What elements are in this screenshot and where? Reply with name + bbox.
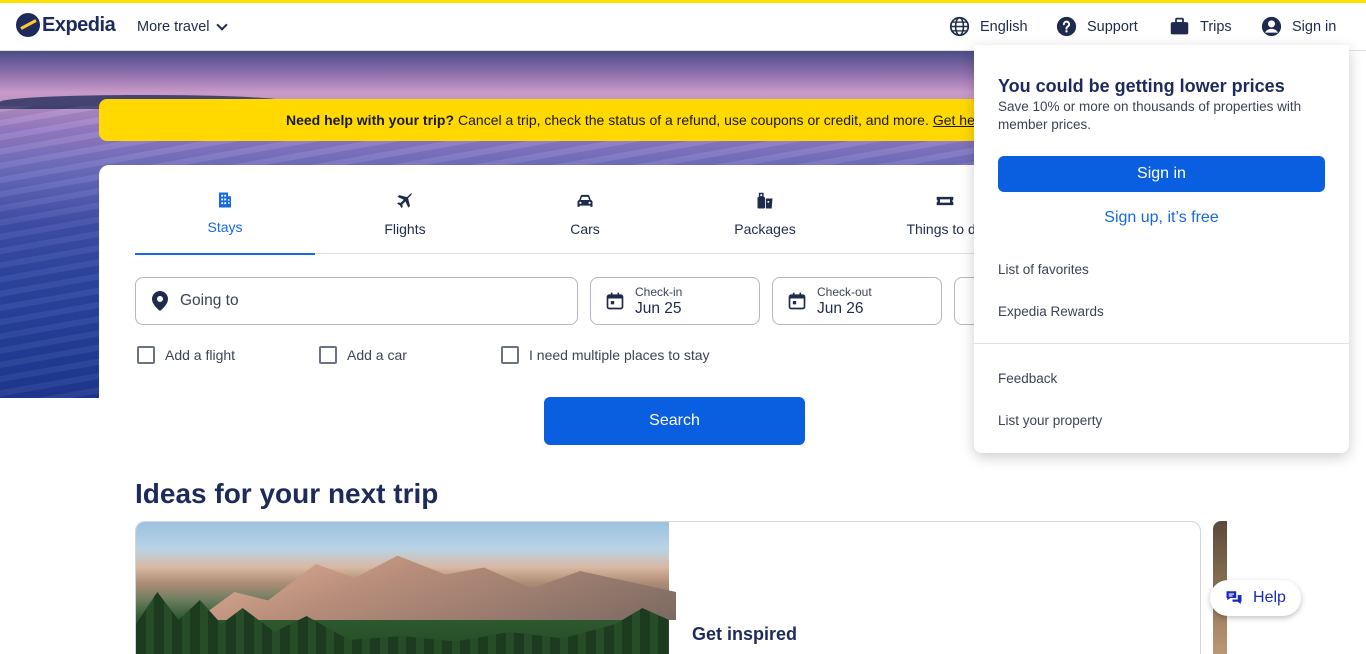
- chevron-down-icon: [215, 19, 228, 31]
- check-out-label: Check-out: [817, 284, 872, 299]
- tab-label: Stays: [207, 219, 243, 235]
- get-inspired-heading: Get inspired: [692, 624, 798, 644]
- sign-in-link[interactable]: Sign in: [1261, 16, 1336, 37]
- language-label: English: [980, 18, 1028, 35]
- tab-label: Flights: [384, 221, 426, 237]
- trips-label: Trips: [1200, 18, 1232, 35]
- list-property-link[interactable]: List your property: [998, 413, 1102, 428]
- support-label: Support: [1087, 18, 1138, 35]
- tab-label: Packages: [734, 221, 796, 237]
- tab-packages[interactable]: Packages: [675, 165, 855, 254]
- calendar-icon: [606, 292, 624, 310]
- sign-up-link[interactable]: Sign up, it’s free: [998, 209, 1325, 227]
- feedback-link[interactable]: Feedback: [998, 371, 1057, 386]
- going-to-placeholder: Going to: [180, 292, 239, 309]
- globe-icon: [949, 16, 970, 37]
- going-to-input[interactable]: Going to: [135, 277, 578, 325]
- multiple-places-label: I need multiple places to stay: [529, 347, 710, 363]
- tab-label: Things to do: [906, 221, 984, 237]
- sign-in-label: Sign in: [1292, 18, 1337, 35]
- car-icon: [577, 194, 593, 207]
- banner-text: Cancel a trip, check the status of a ref…: [458, 112, 929, 128]
- tab-flights[interactable]: Flights: [315, 165, 495, 254]
- mountain-image: [136, 522, 676, 654]
- search-button[interactable]: Search: [544, 397, 805, 445]
- checkbox-box[interactable]: [319, 346, 337, 364]
- help-circle-icon: [1056, 16, 1077, 37]
- expedia-logo[interactable]: Expedia: [16, 13, 116, 37]
- checkbox-box[interactable]: [501, 346, 519, 364]
- menu-divider: [974, 343, 1349, 344]
- banner-heading: Need help with your trip?: [286, 112, 455, 128]
- check-out-field[interactable]: Check-out Jun 26: [772, 277, 942, 325]
- add-car-label: Add a car: [347, 347, 407, 363]
- ticket-icon: [936, 196, 954, 206]
- site-header: Expedia More travel English Support Trip…: [0, 3, 1366, 51]
- account-icon: [1261, 16, 1282, 37]
- calendar-icon: [788, 292, 806, 310]
- briefcase-icon: [1170, 17, 1189, 35]
- tab-label: Cars: [570, 221, 600, 237]
- ideas-heading: Ideas for your next trip: [135, 478, 439, 509]
- suitcase-icon: [757, 192, 773, 209]
- tab-stays[interactable]: Stays: [135, 165, 315, 255]
- more-travel-menu[interactable]: More travel: [137, 19, 228, 35]
- language-selector[interactable]: English: [949, 16, 1028, 37]
- favorites-link[interactable]: List of favorites: [998, 262, 1089, 277]
- chat-icon: [1226, 591, 1242, 604]
- plane-icon: [397, 192, 413, 209]
- mountain-peaks: [196, 555, 676, 620]
- multiple-places-checkbox[interactable]: I need multiple places to stay: [501, 346, 710, 364]
- check-in-label: Check-in: [635, 284, 683, 299]
- get-inspired-card[interactable]: Get inspired: [135, 521, 1201, 654]
- account-dropdown: You could be getting lower prices Save 1…: [974, 45, 1349, 453]
- trips-link[interactable]: Trips: [1169, 16, 1232, 37]
- check-out-value: Jun 26: [817, 299, 864, 317]
- checkbox-box[interactable]: [137, 346, 155, 364]
- support-link[interactable]: Support: [1056, 16, 1138, 37]
- more-travel-label: More travel: [137, 19, 210, 35]
- logo-text: Expedia: [42, 13, 116, 36]
- tab-cars[interactable]: Cars: [495, 165, 675, 254]
- location-pin-icon: [152, 291, 168, 311]
- add-car-checkbox[interactable]: Add a car: [319, 346, 407, 364]
- add-flight-label: Add a flight: [165, 347, 236, 363]
- member-prices-subtext: Save 10% or more on thousands of propert…: [998, 99, 1302, 132]
- check-in-field[interactable]: Check-in Jun 25: [590, 277, 760, 325]
- expedia-logo-icon: [16, 13, 40, 37]
- help-label: Help: [1253, 589, 1286, 606]
- member-prices-heading: You could be getting lower prices: [998, 76, 1285, 96]
- help-banner: Need help with your trip? Cancel a trip,…: [99, 99, 999, 141]
- rewards-link[interactable]: Expedia Rewards: [998, 304, 1104, 319]
- help-button[interactable]: Help: [1210, 580, 1301, 616]
- add-flight-checkbox[interactable]: Add a flight: [137, 346, 235, 364]
- check-in-value: Jun 25: [635, 299, 682, 317]
- building-icon: [219, 192, 231, 208]
- dropdown-sign-in-button[interactable]: Sign in: [998, 156, 1325, 192]
